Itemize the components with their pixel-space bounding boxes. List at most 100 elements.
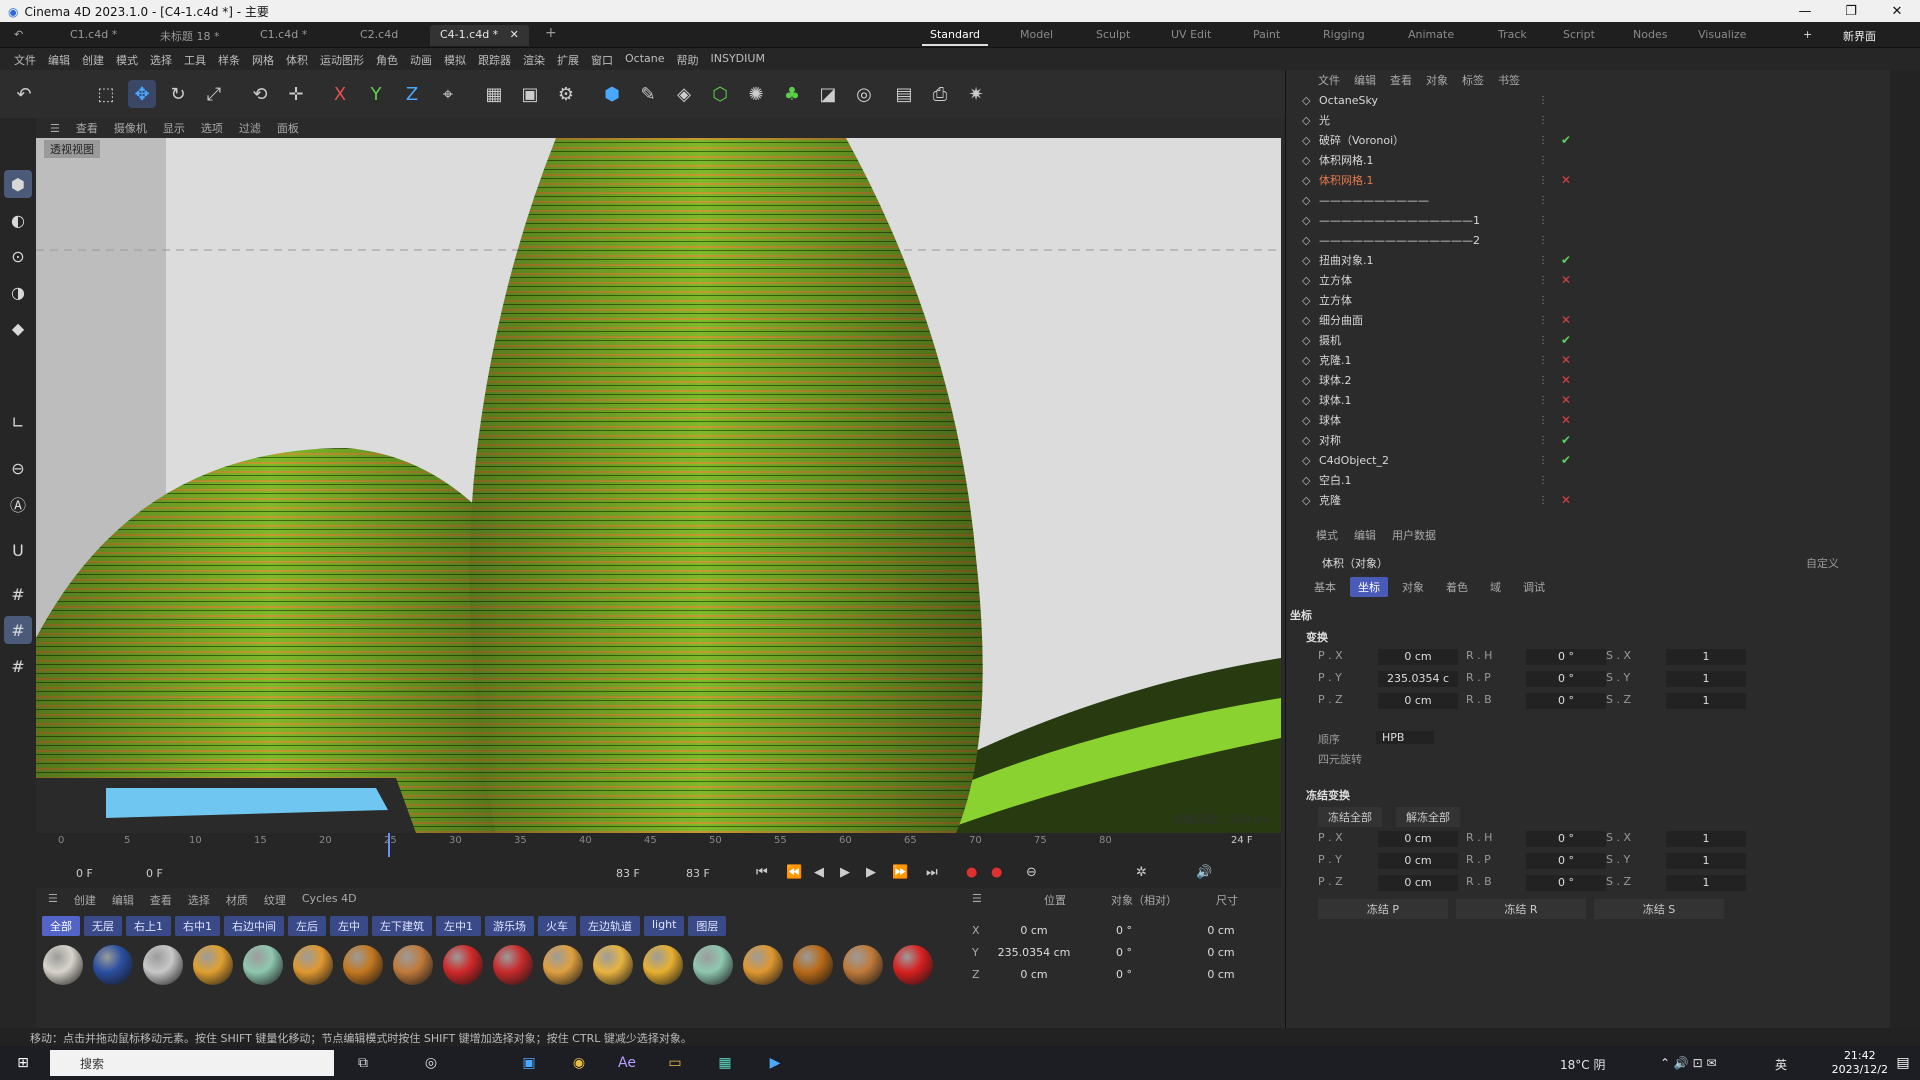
attr-value-field[interactable]: 0 cm [1378,649,1458,665]
start-frame-field[interactable]: 0 F [76,867,93,880]
attr-section-frozen[interactable]: 冻结变换 [1306,787,1350,803]
visibility-dots-icon[interactable]: ⋮ [1538,275,1548,286]
pen-icon[interactable]: ✎ [634,80,662,108]
menu-mograph[interactable]: 运动图形 [314,48,370,70]
menu-window[interactable]: 窗口 [585,48,619,70]
visibility-dots-icon[interactable]: ⋮ [1538,215,1548,226]
material-swatch[interactable] [390,944,436,986]
object-name[interactable]: OctaneSky [1319,94,1378,107]
close-tab-icon[interactable]: ✕ [510,28,519,41]
disabled-x-icon[interactable]: ✕ [1561,393,1571,407]
mat-filter[interactable]: 右边中间 [224,916,284,936]
material-swatch[interactable] [440,944,486,986]
attr-value-field[interactable]: 0 ° [1526,671,1606,687]
object-name[interactable]: 摄机 [1319,332,1341,348]
layout-rigging[interactable]: Rigging [1315,25,1373,46]
material-swatch[interactable] [540,944,586,986]
object-name[interactable]: C4dObject_2 [1319,454,1389,467]
freeze-s-button[interactable]: 冻结 S [1594,899,1724,919]
viewport-menu-options[interactable]: 选项 [193,120,231,136]
menu-spline[interactable]: 样条 [212,48,246,70]
mat-filter[interactable]: 右中1 [175,916,220,936]
viewport-menu-display[interactable]: 显示 [155,120,193,136]
attr-value-field[interactable]: 1 [1666,831,1746,847]
attr-value-field[interactable]: 1 [1666,875,1746,891]
new-tab-button[interactable]: + [535,22,567,43]
object-name[interactable]: 光 [1319,112,1330,128]
camera-icon[interactable]: ⎙ [926,80,954,108]
x-axis-lock-icon[interactable]: X [326,80,354,108]
render-view-icon[interactable]: ▣ [516,80,544,108]
obj-menu-edit[interactable]: 编辑 [1348,72,1382,88]
material-swatch[interactable] [890,944,936,986]
task-view-icon[interactable]: ⧉ [350,1051,376,1075]
maximize-button[interactable]: ❐ [1828,0,1874,22]
preview-end-field[interactable]: 83 F [686,867,710,880]
disabled-x-icon[interactable]: ✕ [1561,173,1571,187]
material-swatch[interactable] [290,944,336,986]
layout-animate[interactable]: Animate [1400,25,1462,46]
coord-pos-y[interactable]: 235.0354 cm [984,946,1084,959]
rotate-tool-icon[interactable]: ↻ [164,80,192,108]
object-row[interactable]: ◇ OctaneSky ⋮ [1286,90,1891,110]
doc-tab-5[interactable]: C4-1.c4d * ✕ [430,25,529,46]
viewport-menu-filter[interactable]: 过滤 [231,120,269,136]
menu-mesh[interactable]: 网格 [246,48,280,70]
attr-value-field[interactable]: 235.0354 c [1378,671,1458,687]
layout-model[interactable]: Model [1012,25,1061,46]
material-swatch[interactable] [690,944,736,986]
workplane-icon[interactable]: ⊖ [4,454,32,482]
freeze-all-button[interactable]: 冻结全部 [1318,807,1382,827]
workplane-grid-icon[interactable]: # [4,616,32,644]
material-swatch[interactable] [640,944,686,986]
object-name[interactable]: 球体.1 [1319,392,1352,408]
next-frame-icon[interactable]: ▶ [866,865,876,880]
menu-tools[interactable]: 工具 [178,48,212,70]
attr-value-field[interactable]: 0 cm [1378,875,1458,891]
timeline-playhead[interactable] [388,833,390,857]
motion-mode-icon[interactable]: ✲ [1136,865,1147,880]
text-tool-icon[interactable]: Ⓐ [4,490,32,518]
visibility-dots-icon[interactable]: ⋮ [1538,155,1548,166]
mat-menu-edit[interactable]: 编辑 [106,892,140,908]
visibility-dots-icon[interactable]: ⋮ [1538,295,1548,306]
go-to-end-icon[interactable]: ⏭ [926,865,938,880]
menu-animate[interactable]: 动画 [404,48,438,70]
edges-mode-icon[interactable]: ◑ [4,278,32,306]
cube-icon[interactable]: ⬢ [598,80,626,108]
next-key-icon[interactable]: ⏩ [892,865,908,880]
coord-size-y[interactable]: 0 cm [1181,946,1261,959]
coord-pos-x[interactable]: 0 cm [994,924,1074,937]
enabled-check-icon[interactable]: ✔ [1561,453,1571,467]
transform-tool-icon[interactable]: ⟲ [246,80,274,108]
close-button[interactable]: ✕ [1874,0,1920,22]
app-taskbar-icon[interactable]: ▣ [516,1051,542,1075]
attr-tab-object[interactable]: 对象 [1394,577,1432,597]
undo-tab-icon[interactable]: ↶ [4,25,33,46]
attr-value-field[interactable]: 0 ° [1526,649,1606,665]
attr-value-field[interactable]: 0 ° [1526,693,1606,709]
object-row[interactable]: ◇ 立方体 ⋮ [1286,290,1891,310]
object-name[interactable]: 立方体 [1319,292,1352,308]
material-swatch[interactable] [840,944,886,986]
doc-tab-1[interactable]: C1.c4d * [60,25,127,46]
object-name[interactable]: ——————————————1 [1319,214,1480,227]
menu-mode[interactable]: 模式 [110,48,144,70]
ime-indicator[interactable]: 英 [1775,1056,1787,1073]
axis-grid-icon[interactable]: # [4,652,32,680]
chrome-taskbar-icon[interactable]: ◉ [566,1051,592,1075]
menu-insydium[interactable]: INSYDIUM [705,48,771,70]
mat-menu-select[interactable]: 选择 [182,892,216,908]
floor-icon[interactable]: ▤ [890,80,918,108]
visibility-dots-icon[interactable]: ⋮ [1538,355,1548,366]
freeze-r-button[interactable]: 冻结 R [1456,899,1586,919]
enabled-check-icon[interactable]: ✔ [1561,133,1571,147]
visibility-dots-icon[interactable]: ⋮ [1538,175,1548,186]
object-row[interactable]: ◇ 体积网格.1 ⋮ [1286,150,1891,170]
material-swatch[interactable] [340,944,386,986]
viewport-hamburger-icon[interactable]: ☰ [42,122,68,135]
generator-icon[interactable]: ⬡ [706,80,734,108]
obj-menu-tags[interactable]: 标签 [1456,72,1490,88]
coordinate-system-icon[interactable]: ⌖ [434,80,462,108]
object-name[interactable]: 体积网格.1 [1319,172,1374,188]
